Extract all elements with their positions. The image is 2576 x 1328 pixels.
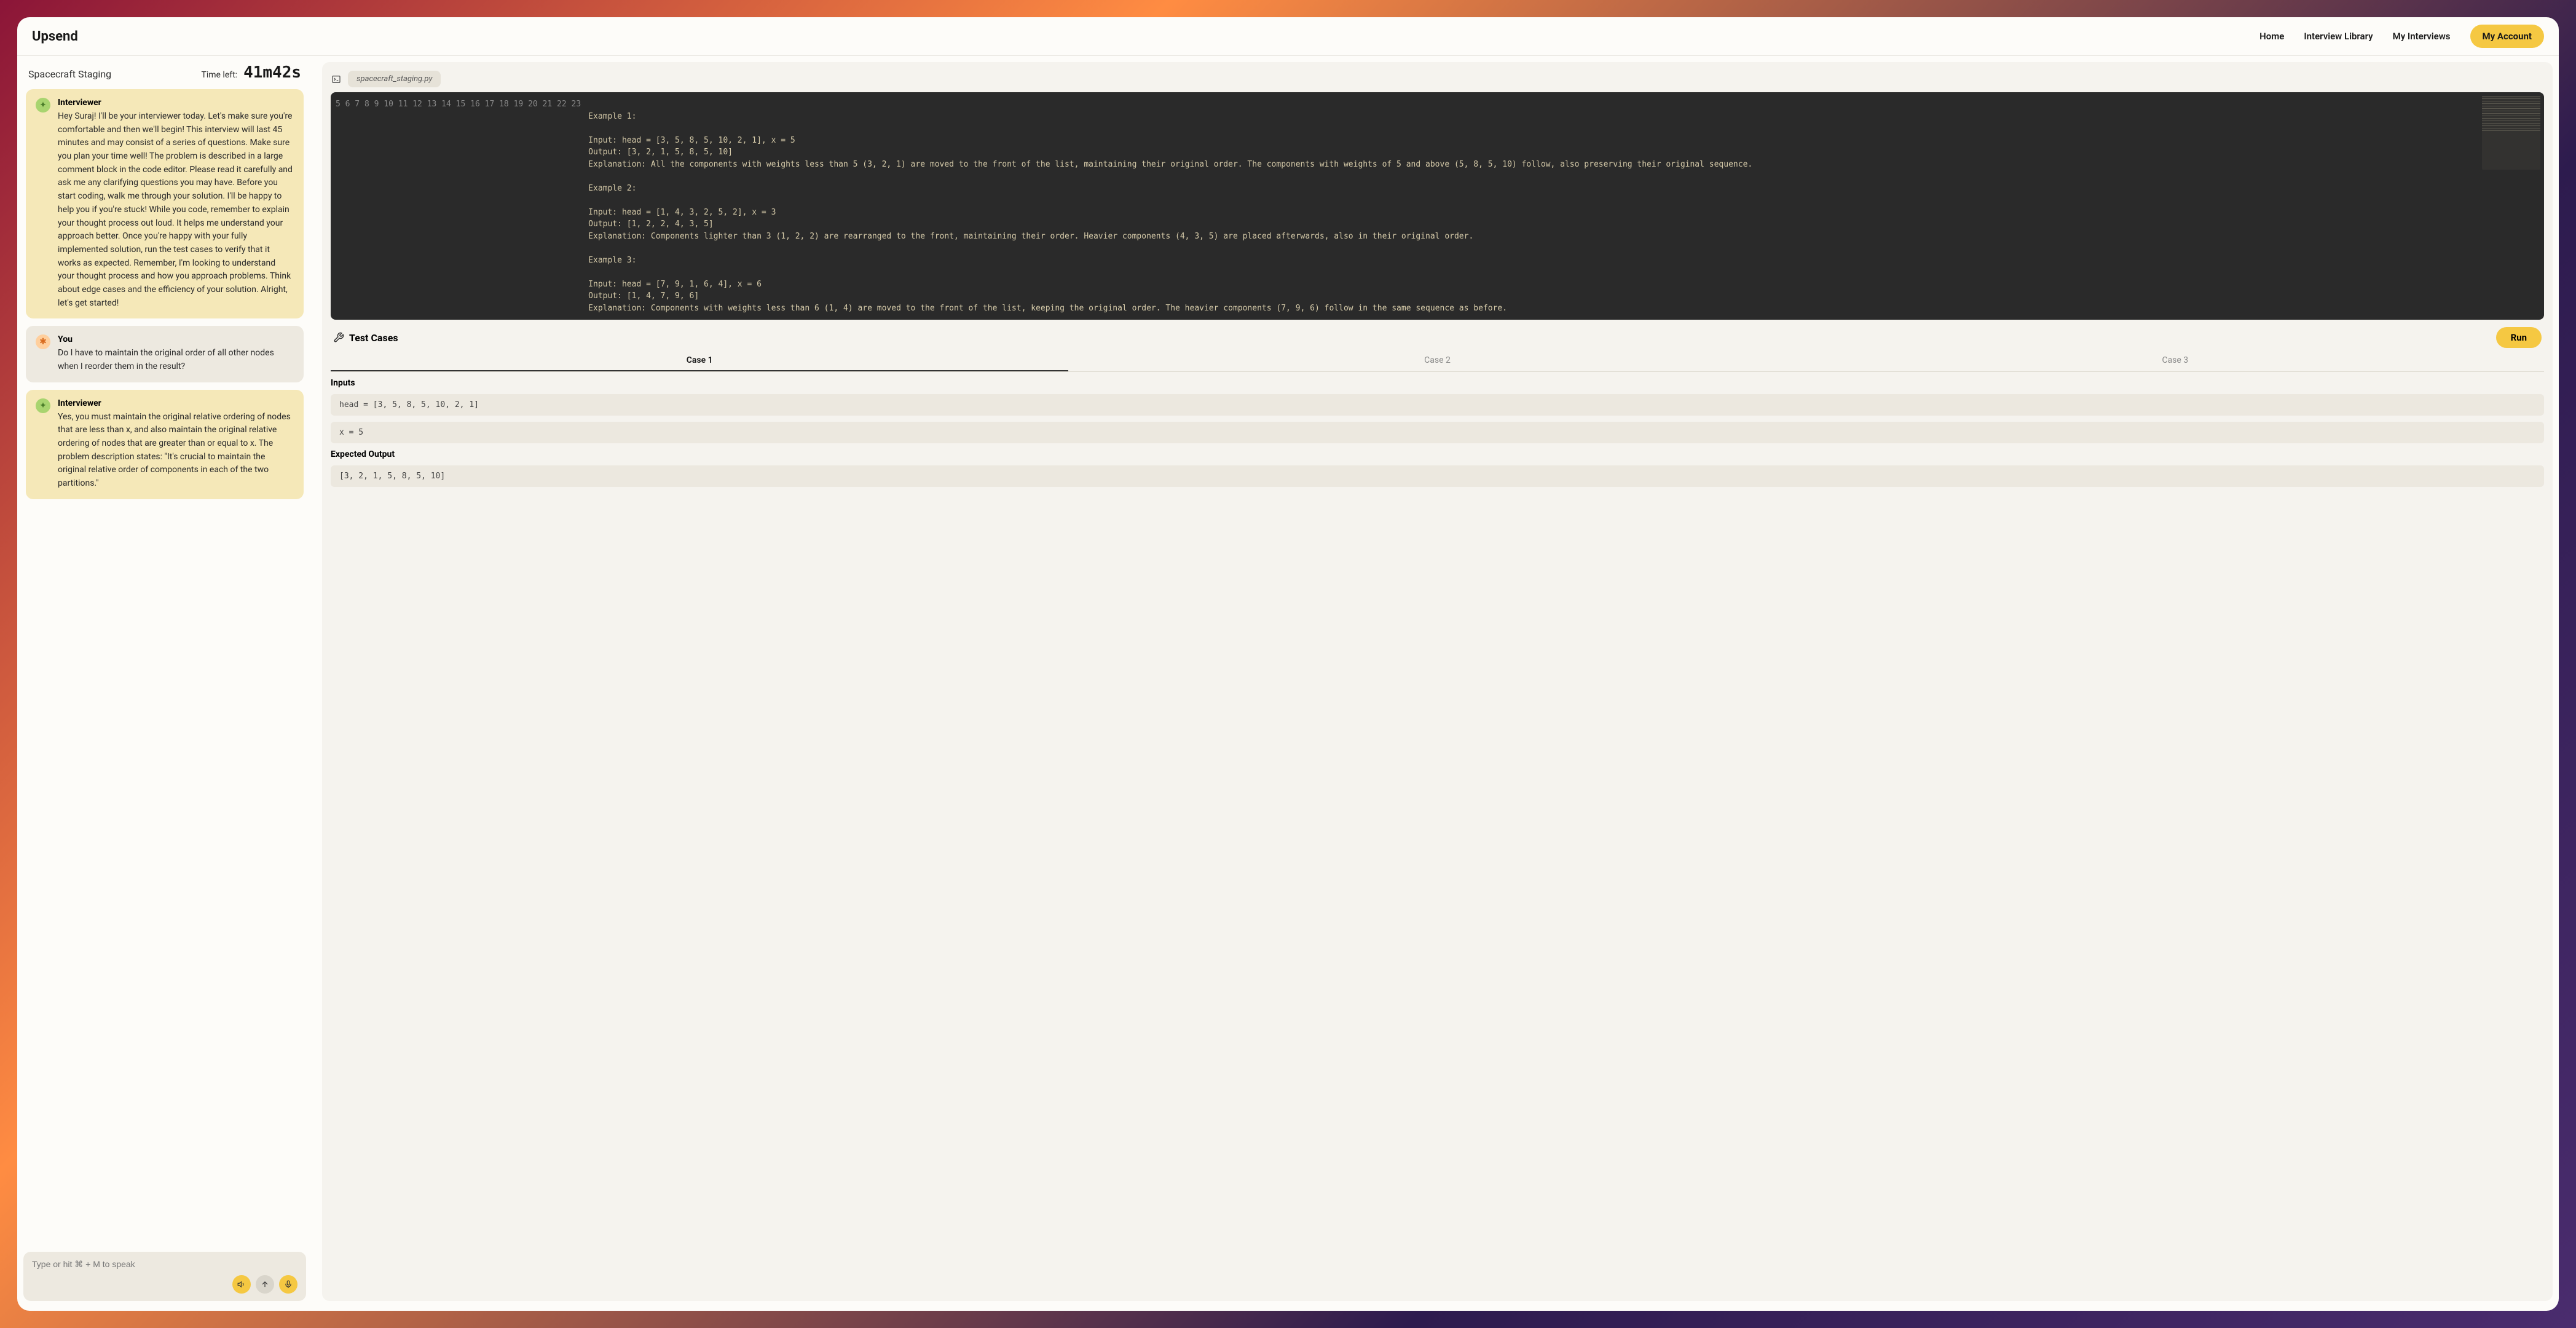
file-tab[interactable]: spacecraft_staging.py xyxy=(348,71,441,87)
plus-icon: ✦ xyxy=(39,100,47,110)
tools-icon xyxy=(333,332,344,343)
expected-output-label: Expected Output xyxy=(331,449,2544,459)
test-body: Inputs head = [3, 5, 8, 5, 10, 2, 1] x =… xyxy=(331,372,2544,493)
case-tab-2[interactable]: Case 2 xyxy=(1068,350,1806,371)
file-tabs: spacecraft_staging.py xyxy=(331,71,2544,87)
code-content[interactable]: Example 1: Input: head = [3, 5, 8, 5, 10… xyxy=(588,92,2544,320)
test-header: Test Cases Run xyxy=(331,325,2544,350)
input-field-x[interactable]: x = 5 xyxy=(331,422,2544,443)
chat-input[interactable] xyxy=(32,1259,297,1269)
chat-header: Spacecraft Staging Time left: 41m42s xyxy=(23,62,306,87)
send-button[interactable] xyxy=(256,1275,274,1294)
avatar-interviewer: ✦ xyxy=(36,98,50,113)
test-cases-label: Test Cases xyxy=(349,332,398,344)
message-sender: Interviewer xyxy=(58,98,294,108)
code-editor[interactable]: 5 6 7 8 9 10 11 12 13 14 15 16 17 18 19 … xyxy=(331,92,2544,320)
top-nav: Upsend Home Interview Library My Intervi… xyxy=(17,17,2559,56)
message-text: Do I have to maintain the original order… xyxy=(58,347,294,373)
nav-links: Home Interview Library My Interviews My … xyxy=(2259,25,2544,48)
chat-log[interactable]: ✦ Interviewer Hey Suraj! I'll be your in… xyxy=(23,87,306,1246)
run-button[interactable]: Run xyxy=(2496,327,2542,348)
chat-pane: Spacecraft Staging Time left: 41m42s ✦ I… xyxy=(23,62,306,1301)
message-body: You Do I have to maintain the original o… xyxy=(58,334,294,373)
message-body: Interviewer Hey Suraj! I'll be your inte… xyxy=(58,98,294,310)
nav-my-account-button[interactable]: My Account xyxy=(2470,25,2544,48)
case-tab-1[interactable]: Case 1 xyxy=(331,350,1068,371)
test-area: Test Cases Run Case 1 Case 2 Case 3 Inpu… xyxy=(331,325,2544,1292)
nav-interview-library[interactable]: Interview Library xyxy=(2304,31,2373,42)
asterisk-icon: ✱ xyxy=(39,337,47,347)
plus-icon: ✦ xyxy=(39,401,47,411)
chat-input-area xyxy=(23,1252,306,1301)
nav-home[interactable]: Home xyxy=(2259,31,2284,42)
inputs-label: Inputs xyxy=(331,378,2544,388)
speaker-icon xyxy=(237,1280,246,1289)
nav-my-interviews[interactable]: My Interviews xyxy=(2393,31,2451,42)
chat-message-interviewer: ✦ Interviewer Yes, you must maintain the… xyxy=(26,390,304,499)
microphone-icon xyxy=(284,1280,293,1289)
chat-message-you: ✱ You Do I have to maintain the original… xyxy=(26,326,304,382)
brand-logo: Upsend xyxy=(32,29,78,44)
minimap[interactable] xyxy=(2482,96,2540,170)
message-text: Hey Suraj! I'll be your interviewer toda… xyxy=(58,110,294,310)
case-tab-3[interactable]: Case 3 xyxy=(1806,350,2544,371)
editor-pane: spacecraft_staging.py 5 6 7 8 9 10 11 12… xyxy=(322,62,2553,1301)
message-text: Yes, you must maintain the original rela… xyxy=(58,411,294,491)
terminal-icon[interactable] xyxy=(331,74,342,85)
main-area: Spacecraft Staging Time left: 41m42s ✦ I… xyxy=(17,56,2559,1311)
arrow-up-icon xyxy=(261,1280,269,1289)
timer: Time left: 41m42s xyxy=(201,63,301,82)
case-tabs: Case 1 Case 2 Case 3 xyxy=(331,350,2544,372)
chat-message-interviewer: ✦ Interviewer Hey Suraj! I'll be your in… xyxy=(26,89,304,318)
avatar-interviewer: ✦ xyxy=(36,398,50,413)
timer-value: 41m42s xyxy=(243,63,301,82)
microphone-button[interactable] xyxy=(279,1275,297,1294)
input-field-head[interactable]: head = [3, 5, 8, 5, 10, 2, 1] xyxy=(331,394,2544,416)
timer-label: Time left: xyxy=(201,70,237,80)
message-body: Interviewer Yes, you must maintain the o… xyxy=(58,398,294,491)
avatar-you: ✱ xyxy=(36,334,50,349)
message-sender: You xyxy=(58,334,294,344)
message-sender: Interviewer xyxy=(58,398,294,408)
app-container: Upsend Home Interview Library My Intervi… xyxy=(17,17,2559,1311)
chat-buttons xyxy=(32,1275,297,1294)
problem-title: Spacecraft Staging xyxy=(28,68,111,80)
line-gutter: 5 6 7 8 9 10 11 12 13 14 15 16 17 18 19 … xyxy=(331,92,588,320)
expected-output-field: [3, 2, 1, 5, 8, 5, 10] xyxy=(331,465,2544,487)
test-title: Test Cases xyxy=(333,332,398,344)
speaker-button[interactable] xyxy=(232,1275,251,1294)
